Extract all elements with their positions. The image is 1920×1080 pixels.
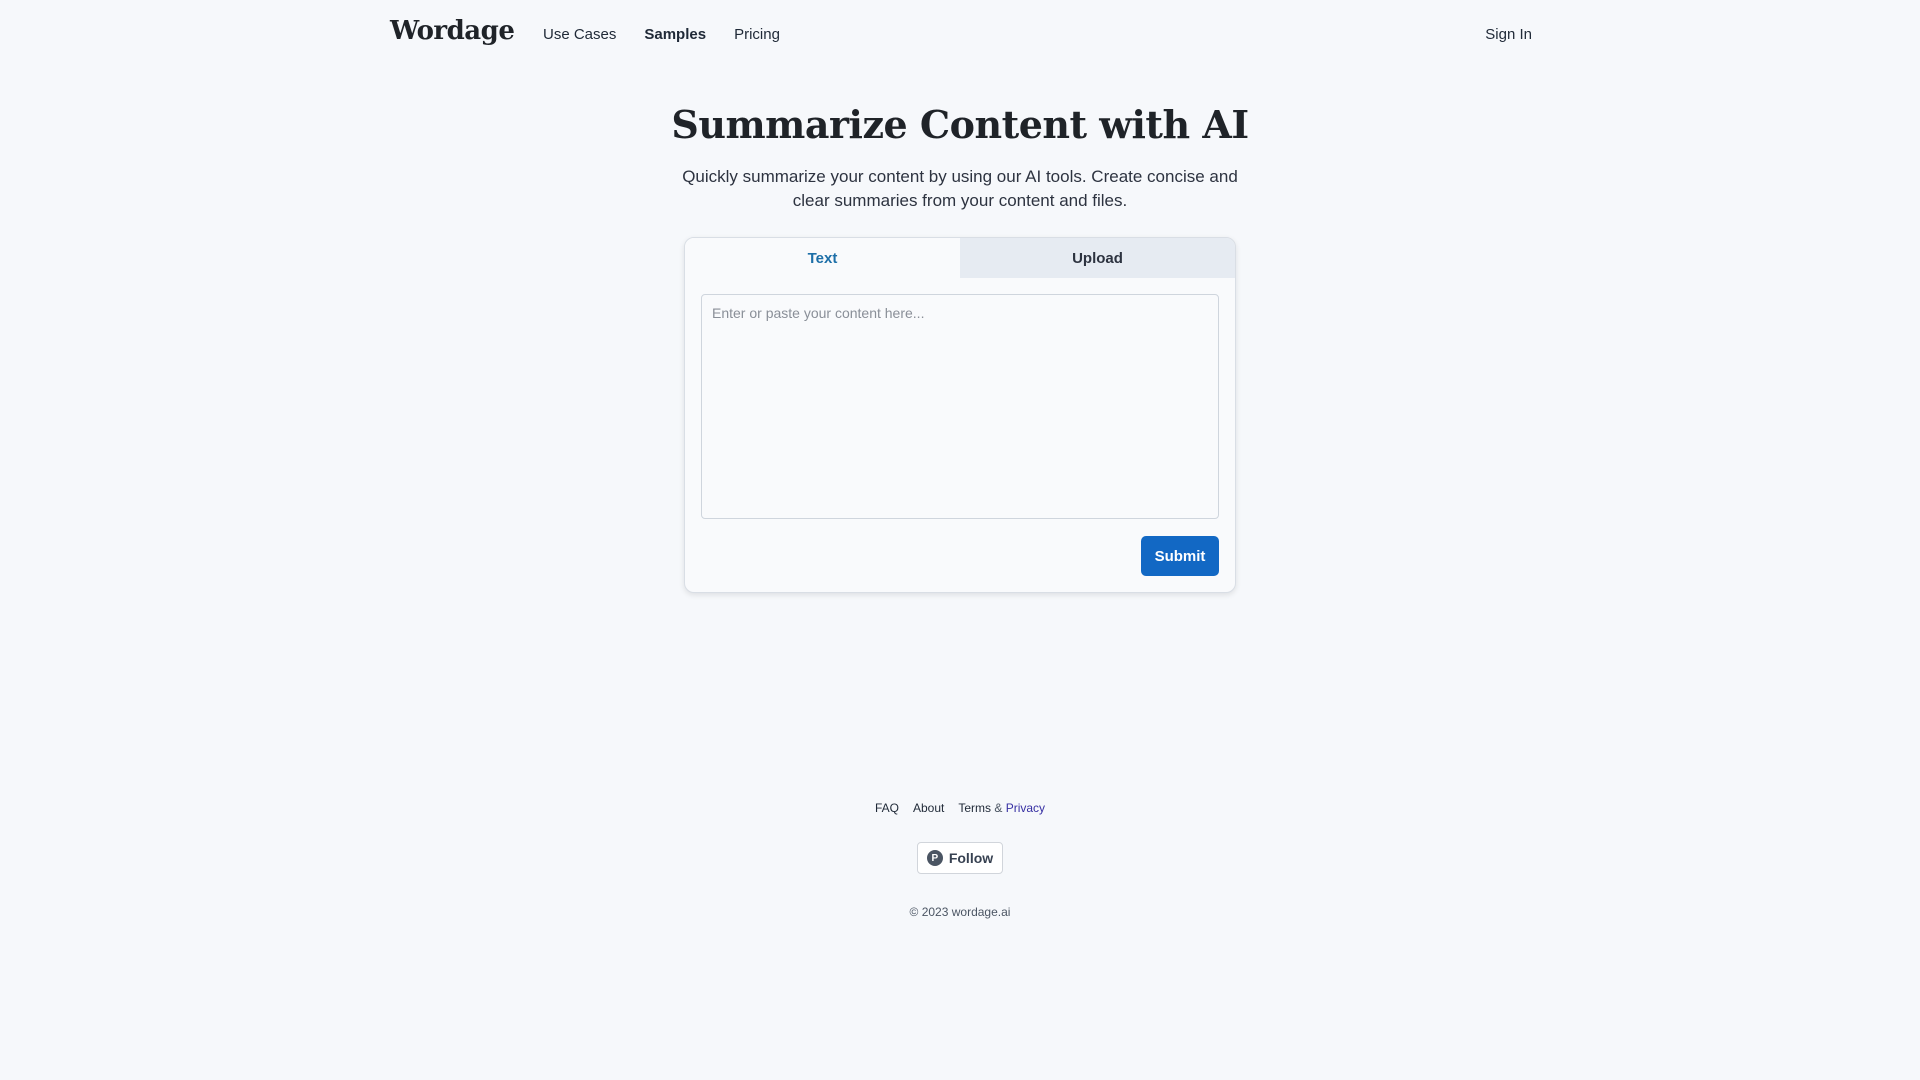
site-header: Wordage Use Cases Samples Pricing Sign I… <box>0 0 1920 72</box>
footer-link-about[interactable]: About <box>913 801 944 815</box>
footer-link-privacy[interactable]: Privacy <box>1006 801 1045 815</box>
follow-button[interactable]: P Follow <box>917 842 1003 874</box>
footer-link-terms[interactable]: Terms <box>958 801 991 815</box>
page-subtitle: Quickly summarize your content by using … <box>682 167 1238 210</box>
content-input[interactable] <box>701 294 1219 519</box>
follow-label: Follow <box>948 850 994 866</box>
main-nav: Use Cases Samples Pricing <box>543 26 808 43</box>
logo[interactable]: Wordage <box>390 16 515 46</box>
sign-in-link[interactable]: Sign In <box>1485 26 1532 43</box>
tab-upload[interactable]: Upload <box>960 238 1235 278</box>
footer-amp: & <box>994 801 1003 815</box>
nav-samples[interactable]: Samples <box>644 26 706 43</box>
page-title: Summarize Content with AI <box>671 102 1249 147</box>
summarize-card: Text Upload Submit <box>684 237 1236 593</box>
copyright: © 2023 wordage.ai <box>909 905 1011 919</box>
footer-links: FAQ About Terms & Privacy <box>0 801 1920 815</box>
nav-use-cases[interactable]: Use Cases <box>543 26 616 43</box>
submit-button[interactable]: Submit <box>1141 536 1219 576</box>
footer-link-faq[interactable]: FAQ <box>875 801 899 815</box>
tab-text[interactable]: Text <box>685 238 960 278</box>
nav-pricing[interactable]: Pricing <box>734 26 780 43</box>
product-hunt-icon: P <box>926 850 943 866</box>
input-tabs: Text Upload <box>685 238 1235 278</box>
